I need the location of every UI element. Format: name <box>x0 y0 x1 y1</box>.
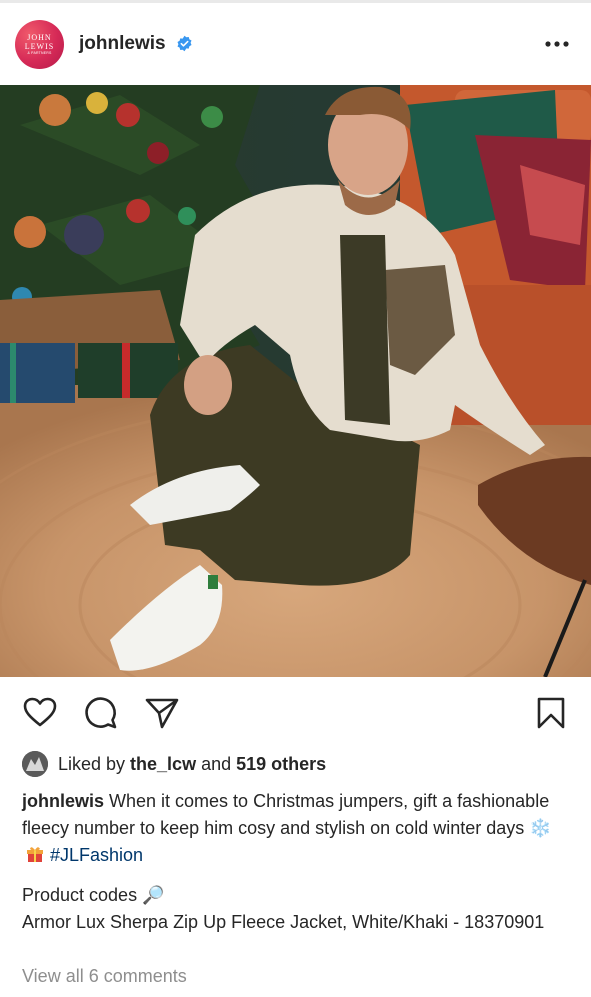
liker-avatar-graphic <box>22 751 48 777</box>
post-header: JOHN LEWIS & PARTNERS johnlewis <box>0 8 591 80</box>
paper-plane-icon[interactable] <box>144 696 180 730</box>
gift-icon <box>26 844 44 862</box>
top-divider <box>0 0 591 3</box>
post-actions-bar <box>0 690 591 738</box>
heart-icon[interactable] <box>22 696 58 728</box>
likes-summary: Liked by the_lcw and 519 others <box>22 750 326 778</box>
liker-avatar[interactable] <box>22 751 48 777</box>
avatar-text-line-2: LEWIS <box>24 42 55 51</box>
bookmark-icon[interactable] <box>536 696 566 730</box>
view-comments-link[interactable]: View all 6 comments <box>22 966 187 987</box>
post-caption: johnlewis When it comes to Christmas jum… <box>22 788 572 869</box>
post-photo[interactable] <box>0 85 591 677</box>
product-codes-heading: Product codes 🔎 <box>22 882 572 909</box>
product-codes-label: Product codes <box>22 885 143 905</box>
product-code-line: Armor Lux Sherpa Zip Up Fleece Jacket, W… <box>22 912 545 932</box>
likes-others-count[interactable]: 519 others <box>236 754 326 774</box>
profile-avatar[interactable]: JOHN LEWIS & PARTNERS <box>15 20 64 69</box>
comment-icon[interactable] <box>84 696 118 730</box>
more-horizontal-icon[interactable] <box>544 36 570 52</box>
post-image-illustration <box>0 85 591 677</box>
product-codes: Product codes 🔎 Armor Lux Sherpa Zip Up … <box>22 882 572 936</box>
verified-badge-icon <box>177 35 192 52</box>
avatar-text-line-1: JOHN <box>27 33 52 42</box>
likes-prefix: Liked by <box>58 753 131 774</box>
post-username[interactable]: johnlewis <box>79 33 166 55</box>
liker-username[interactable]: the_lcw <box>130 754 196 774</box>
caption-username[interactable]: johnlewis <box>22 791 104 811</box>
magnifier-emoji: 🔎 <box>142 885 165 905</box>
likes-middle: and <box>196 753 237 774</box>
avatar-text-line-3: & PARTNERS <box>27 51 52 55</box>
snowflake-emoji: ❄️ <box>529 818 552 838</box>
hashtag-link[interactable]: #JLFashion <box>50 845 143 865</box>
likes-text[interactable]: Liked by the_lcw and 519 others <box>58 754 326 775</box>
